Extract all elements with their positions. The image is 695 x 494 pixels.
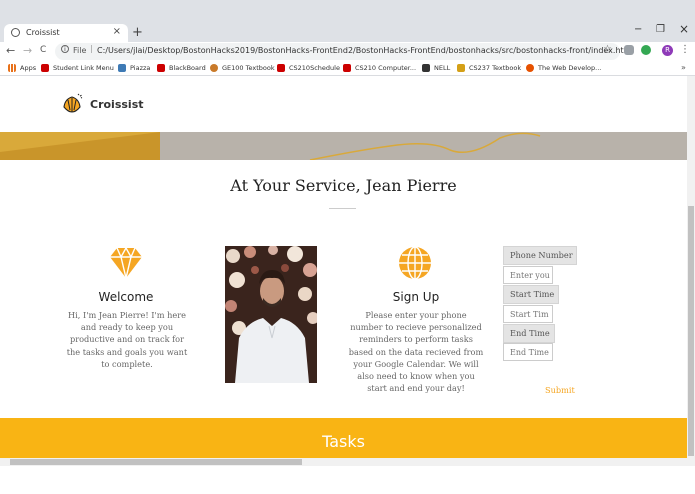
web-icon	[526, 64, 534, 72]
bookmark-cs237[interactable]: CS237 Textbook	[457, 64, 521, 72]
page-viewport: Croissist At Your Service, Jean Pierre W…	[0, 76, 687, 458]
horizontal-scrollbar[interactable]	[0, 458, 695, 466]
back-button[interactable]: ←	[6, 44, 15, 57]
url-text[interactable]: C:/Users/jlai/Desktop/BostonHacks2019/Bo…	[97, 46, 634, 55]
browser-tab[interactable]: Croissist ×	[4, 24, 128, 42]
reload-button[interactable]: C	[40, 45, 46, 55]
vertical-scroll-thumb[interactable]	[688, 206, 694, 456]
section-title: At Your Service, Jean Pierre	[230, 176, 457, 195]
vertical-scrollbar[interactable]	[687, 76, 695, 458]
cs-icon	[277, 64, 285, 72]
book-icon	[210, 64, 218, 72]
profile-avatar[interactable]: R	[662, 45, 673, 56]
piazza-icon	[118, 64, 126, 72]
apps-grid-icon	[8, 64, 16, 72]
bookmark-piazza[interactable]: Piazza	[118, 64, 150, 72]
address-bar[interactable]: i File | C:/Users/jlai/Desktop/BostonHac…	[55, 43, 634, 60]
tab-close-icon[interactable]: ×	[113, 26, 121, 37]
bookmark-cs210-computer[interactable]: CS210 Computer...	[343, 64, 416, 72]
tasks-title: Tasks	[322, 432, 365, 451]
submit-button[interactable]: Submit	[545, 385, 575, 395]
bookmark-blackboard[interactable]: BlackBoard	[157, 64, 206, 72]
browser-toolbar: ← → C i File | C:/Users/jlai/Desktop/Bos…	[0, 42, 695, 61]
signup-text: Please enter your phone number to reciev…	[348, 310, 484, 394]
horizontal-scroll-thumb[interactable]	[10, 459, 302, 465]
jean-pierre-photo	[225, 246, 317, 383]
forward-button[interactable]: →	[23, 44, 32, 57]
bookmarks-bar: Apps Student Link Menu Piazza BlackBoard…	[0, 61, 695, 76]
site-navbar: Croissist	[0, 76, 687, 132]
bookmark-ge100[interactable]: GE100 Textbook	[210, 64, 275, 72]
browser-menu-icon[interactable]: ⋮	[680, 44, 690, 55]
title-divider	[329, 208, 356, 209]
extension-icon[interactable]	[624, 45, 634, 55]
start-time-label: Start Time	[503, 285, 559, 304]
welcome-title: Welcome	[98, 290, 154, 304]
hero-banner	[0, 132, 687, 160]
bookmark-nell[interactable]: NELL	[422, 64, 450, 72]
window-close-button[interactable]: ×	[679, 22, 689, 36]
globe-icon	[11, 28, 20, 37]
diamond-icon	[110, 246, 142, 279]
minimize-button[interactable]: −	[634, 24, 642, 35]
book-icon	[457, 64, 465, 72]
bookmark-apps[interactable]: Apps	[8, 64, 36, 72]
url-scheme: File	[73, 46, 87, 55]
croissant-logo-icon[interactable]	[61, 93, 83, 115]
tasks-section: Tasks	[0, 418, 687, 458]
bookmarks-overflow-icon[interactable]: »	[681, 63, 686, 72]
bookmark-star-icon[interactable]: ☆	[603, 44, 612, 55]
url-separator: |	[90, 44, 93, 53]
phone-number-label: Phone Number	[503, 246, 577, 265]
phone-number-input[interactable]	[503, 266, 553, 284]
end-time-input[interactable]	[503, 343, 553, 361]
portrait-image	[225, 246, 317, 383]
info-icon[interactable]: i	[61, 45, 69, 53]
cs-icon	[343, 64, 351, 72]
restore-button[interactable]: ❐	[656, 24, 665, 35]
tab-title: Croissist	[26, 28, 60, 37]
browser-tabstrip: Croissist × + − ❐ ×	[0, 0, 695, 42]
globe-icon	[399, 246, 431, 280]
bookmark-student-link[interactable]: Student Link Menu	[41, 64, 114, 72]
bu-icon	[41, 64, 49, 72]
bu-icon	[157, 64, 165, 72]
brand-name[interactable]: Croissist	[90, 98, 144, 111]
hero-decoration	[0, 132, 541, 160]
bookmark-cs210-schedule[interactable]: CS210Schedule	[277, 64, 340, 72]
end-time-label: End Time	[503, 324, 555, 343]
bookmark-web-developer[interactable]: The Web Develop...	[526, 64, 601, 72]
new-tab-button[interactable]: +	[132, 25, 143, 40]
welcome-text: Hi, I'm Jean Pierre! I'm here and ready …	[66, 310, 188, 369]
signup-title: Sign Up	[392, 290, 440, 304]
blank-area	[0, 466, 695, 494]
extension-icon[interactable]	[641, 45, 651, 55]
nell-icon	[422, 64, 430, 72]
start-time-input[interactable]	[503, 305, 553, 323]
